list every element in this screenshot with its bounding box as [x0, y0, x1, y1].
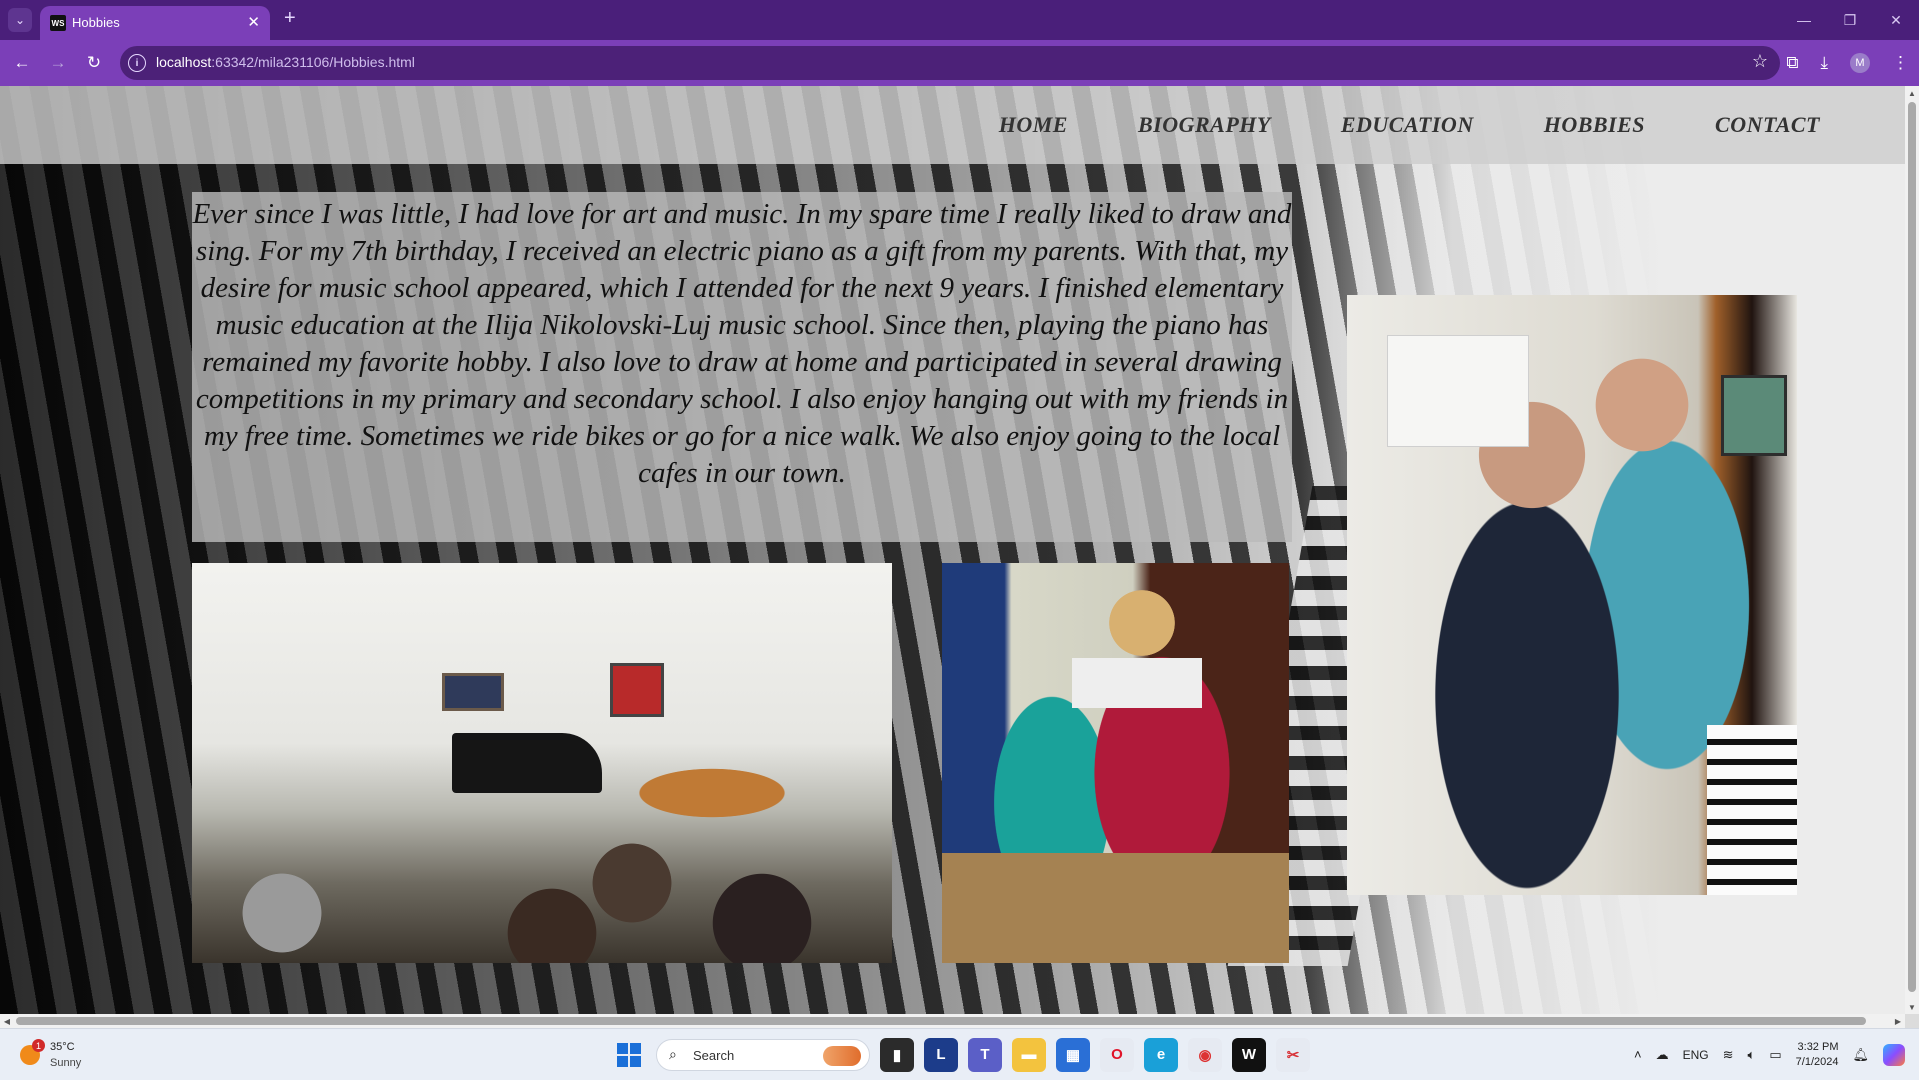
store-icon[interactable]: ▦	[1056, 1037, 1090, 1072]
language-indicator[interactable]: ENG	[1683, 1048, 1709, 1062]
file-explorer-icon[interactable]: ▬	[1012, 1037, 1046, 1072]
window-close-icon[interactable]: ✕	[1873, 0, 1919, 40]
opera-icon[interactable]: O	[1100, 1037, 1134, 1072]
weather-widget[interactable]: 1 35°C Sunny	[18, 1037, 118, 1073]
nav-hobbies[interactable]: HOBBIES	[1544, 112, 1645, 138]
wifi-icon[interactable]: ≋	[1723, 1047, 1734, 1063]
site-info-icon[interactable]: i	[128, 54, 146, 72]
taskbar-apps: ⌕ Search ▮ L T ▬ ▦ O e ◉ W ✂	[612, 1029, 1310, 1080]
chrome-icon[interactable]: ◉	[1188, 1037, 1222, 1072]
battery-icon[interactable]: ▭	[1769, 1047, 1781, 1063]
tab-search-chevron-icon[interactable]: ⌄	[8, 8, 32, 32]
back-arrow-icon[interactable]: ←	[10, 51, 34, 75]
wooden-floor	[942, 853, 1289, 963]
more-menu-icon[interactable]: ⋮	[1892, 53, 1909, 73]
forward-arrow-icon[interactable]: →	[46, 51, 70, 75]
onedrive-cloud-icon[interactable]: ☁	[1656, 1047, 1669, 1063]
address-bar[interactable]: i localhost:63342/mila231106/Hobbies.htm…	[120, 46, 1780, 80]
weather-badge: 1	[32, 1039, 45, 1052]
clock-date: 7/1/2024	[1795, 1055, 1839, 1068]
browser-toolbar: ← → ↻ i localhost:63342/mila231106/Hobbi…	[0, 40, 1919, 86]
concert-hall-photo	[192, 563, 892, 963]
nav-education[interactable]: EDUCATION	[1341, 112, 1474, 138]
extensions-icon[interactable]: ⧉	[1786, 53, 1798, 73]
app-l-icon[interactable]: L	[924, 1037, 958, 1072]
download-icon[interactable]: ⤓	[1820, 53, 1828, 73]
volume-icon[interactable]: 🔈︎	[1748, 1047, 1756, 1063]
piano-lesson-photo	[942, 563, 1289, 963]
wall-painting-red	[610, 663, 664, 717]
white-cabinet	[1387, 335, 1529, 447]
scroll-left-icon[interactable]: ◀	[0, 1014, 14, 1028]
sheet-music	[1072, 658, 1202, 708]
start-windows-icon[interactable]	[612, 1038, 646, 1072]
weather-temperature: 35°C	[50, 1041, 75, 1053]
weather-condition: Sunny	[50, 1057, 82, 1069]
profile-avatar[interactable]: M	[1850, 53, 1870, 73]
wall-frame	[1721, 375, 1787, 456]
snipping-tool-icon[interactable]: ✂	[1276, 1037, 1310, 1072]
new-tab-plus-icon[interactable]: +	[284, 8, 296, 28]
scroll-up-icon[interactable]: ▲	[1905, 86, 1919, 100]
webstorm-icon[interactable]: W	[1232, 1037, 1266, 1072]
edge-icon[interactable]: e	[1144, 1037, 1178, 1072]
horizontal-scrollbar[interactable]: ◀ ▶	[0, 1014, 1905, 1028]
hobbies-paragraph: Ever since I was little, I had love for …	[192, 192, 1292, 542]
clock-time: 3:32 PM	[1797, 1040, 1839, 1053]
notification-bell-icon[interactable]: 🔔︎	[1852, 1047, 1869, 1063]
scrollbar-corner	[1905, 1014, 1919, 1028]
vertical-scroll-thumb[interactable]	[1908, 102, 1916, 992]
browser-tab-bar: ⌄ WS Hobbies ✕ + — ❐ ✕	[0, 0, 1919, 40]
kids-at-piano-photo	[1347, 295, 1797, 895]
horizontal-scroll-thumb[interactable]	[16, 1017, 1866, 1025]
restore-icon[interactable]: ❐	[1827, 0, 1873, 40]
site-header: HOME BIOGRAPHY EDUCATION HOBBIES CONTACT	[0, 86, 1905, 164]
page-viewport: HOME BIOGRAPHY EDUCATION HOBBIES CONTACT…	[0, 86, 1905, 1014]
task-view-icon[interactable]: ▮	[880, 1037, 914, 1072]
wall-painting	[442, 673, 504, 711]
nav-biography[interactable]: BIOGRAPHY	[1138, 112, 1271, 138]
nav-home[interactable]: HOME	[999, 112, 1068, 138]
system-tray: ˄ ☁ ENG ≋ 🔈︎ ▭ 3:32 PM 7/1/2024 🔔︎	[1634, 1029, 1919, 1080]
search-icon: ⌕	[669, 1045, 677, 1062]
search-label: Search	[693, 1047, 735, 1063]
search-highlight-icon	[823, 1045, 861, 1066]
scroll-right-icon[interactable]: ▶	[1891, 1014, 1905, 1028]
vertical-scrollbar[interactable]: ▲ ▼	[1905, 86, 1919, 1014]
browser-tab[interactable]: WS Hobbies ✕	[40, 6, 270, 40]
piano-keyboard	[1707, 725, 1797, 895]
chevron-up-icon[interactable]: ˄	[1634, 1047, 1642, 1062]
toolbar-actions: ⧉ ⤓ M ⋮	[1786, 40, 1909, 86]
webstorm-favicon-icon: WS	[50, 15, 66, 31]
copilot-icon[interactable]	[1883, 1043, 1905, 1066]
windows-taskbar: 1 35°C Sunny ⌕ Search ▮ L T ▬ ▦ O e ◉ W …	[0, 1028, 1919, 1080]
bookmark-star-icon[interactable]: ☆	[1752, 51, 1768, 72]
url-text[interactable]: localhost:63342/mila231106/Hobbies.html	[156, 54, 415, 70]
scroll-down-icon[interactable]: ▼	[1905, 1000, 1919, 1014]
taskbar-search[interactable]: ⌕ Search	[656, 1038, 870, 1071]
nav-contact[interactable]: CONTACT	[1715, 112, 1820, 138]
url-path: :63342/mila231106/Hobbies.html	[211, 54, 415, 70]
tab-title: Hobbies	[72, 15, 120, 30]
window-controls: — ❐ ✕	[1781, 0, 1919, 40]
black-piano	[452, 733, 602, 793]
tab-close-icon[interactable]: ✕	[247, 13, 260, 31]
teams-icon[interactable]: T	[968, 1037, 1002, 1072]
clock[interactable]: 3:32 PM 7/1/2024	[1796, 1040, 1839, 1070]
url-host: localhost	[156, 54, 212, 70]
minimize-icon[interactable]: —	[1781, 0, 1827, 40]
site-nav: HOME BIOGRAPHY EDUCATION HOBBIES CONTACT	[999, 86, 1820, 164]
reload-icon[interactable]: ↻	[82, 51, 106, 75]
